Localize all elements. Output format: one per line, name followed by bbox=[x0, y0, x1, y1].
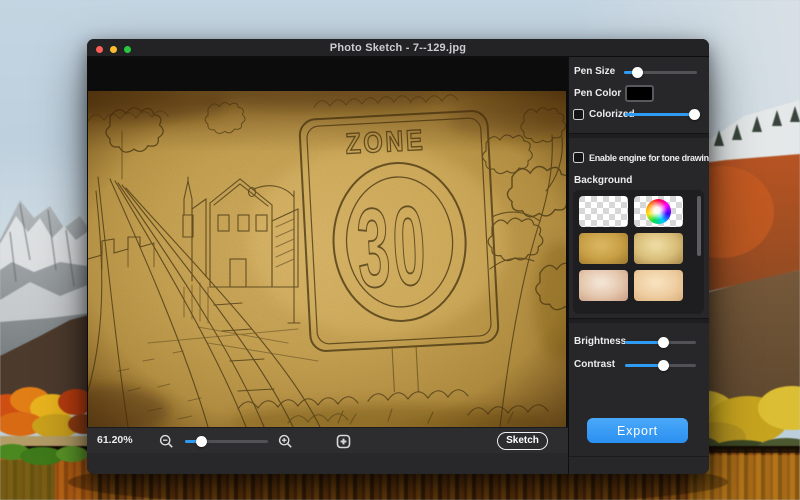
background-label: Background bbox=[574, 175, 632, 186]
zoom-level-text: 61.20% bbox=[97, 428, 133, 453]
bottom-strip bbox=[87, 453, 568, 474]
export-button[interactable]: Export bbox=[587, 418, 688, 443]
titlebar[interactable]: Photo Sketch - 7--129.jpg bbox=[87, 39, 709, 57]
desktop: Photo Sketch - 7--129.jpg bbox=[0, 0, 800, 500]
background-thumb-marble-rose[interactable] bbox=[579, 270, 628, 301]
slider-thumb[interactable] bbox=[658, 337, 669, 348]
controls-panel: Pen Size Pen Color Colorized Enabl bbox=[568, 57, 709, 474]
tone-engine-label: Enable engine for tone drawing bbox=[589, 153, 709, 163]
colorized-slider[interactable] bbox=[625, 108, 700, 120]
section-divider bbox=[569, 318, 709, 323]
slider-thumb[interactable] bbox=[196, 436, 207, 447]
brightness-slider[interactable] bbox=[625, 336, 696, 348]
background-thumb-parchment-light[interactable] bbox=[634, 233, 683, 264]
canvas-view[interactable]: ZONE 30 bbox=[87, 57, 568, 427]
contrast-label: Contrast bbox=[574, 359, 615, 370]
background-thumb-parchment-peach[interactable] bbox=[634, 270, 683, 301]
zoom-in-icon[interactable] bbox=[278, 434, 293, 449]
slider-fill bbox=[625, 113, 695, 116]
sketch-image[interactable]: ZONE 30 bbox=[88, 91, 566, 427]
contrast-slider[interactable] bbox=[625, 359, 696, 371]
photo-sketch-window: Photo Sketch - 7--129.jpg bbox=[87, 39, 709, 474]
background-thumb-transparent[interactable] bbox=[579, 196, 628, 227]
background-thumbnails bbox=[573, 190, 704, 314]
colorized-checkbox[interactable] bbox=[573, 109, 584, 120]
fit-to-view-icon[interactable] bbox=[336, 434, 351, 449]
color-wheel-icon bbox=[646, 199, 671, 224]
pen-size-label: Pen Size bbox=[574, 66, 615, 77]
canvas-toolbar: 61.20% bbox=[87, 427, 568, 453]
pen-color-label: Pen Color bbox=[574, 88, 621, 99]
slider-thumb[interactable] bbox=[658, 360, 669, 371]
thumbnails-scrollbar[interactable] bbox=[697, 196, 701, 256]
canvas-zoom-slider[interactable] bbox=[185, 435, 268, 447]
brightness-label: Brightness bbox=[574, 336, 626, 347]
tone-engine-checkbox[interactable] bbox=[573, 152, 584, 163]
pen-size-slider[interactable] bbox=[624, 66, 697, 78]
sketch-button[interactable]: Sketch bbox=[497, 432, 548, 450]
background-thumb-color-wheel[interactable] bbox=[634, 196, 683, 227]
background-thumb-parchment-gold[interactable] bbox=[579, 233, 628, 264]
section-divider bbox=[569, 133, 709, 138]
slider-thumb[interactable] bbox=[632, 67, 643, 78]
pen-color-swatch[interactable] bbox=[625, 85, 654, 102]
zoom-out-icon[interactable] bbox=[159, 434, 174, 449]
window-title: Photo Sketch - 7--129.jpg bbox=[87, 39, 709, 57]
slider-thumb[interactable] bbox=[689, 109, 700, 120]
panel-footline bbox=[569, 456, 709, 457]
